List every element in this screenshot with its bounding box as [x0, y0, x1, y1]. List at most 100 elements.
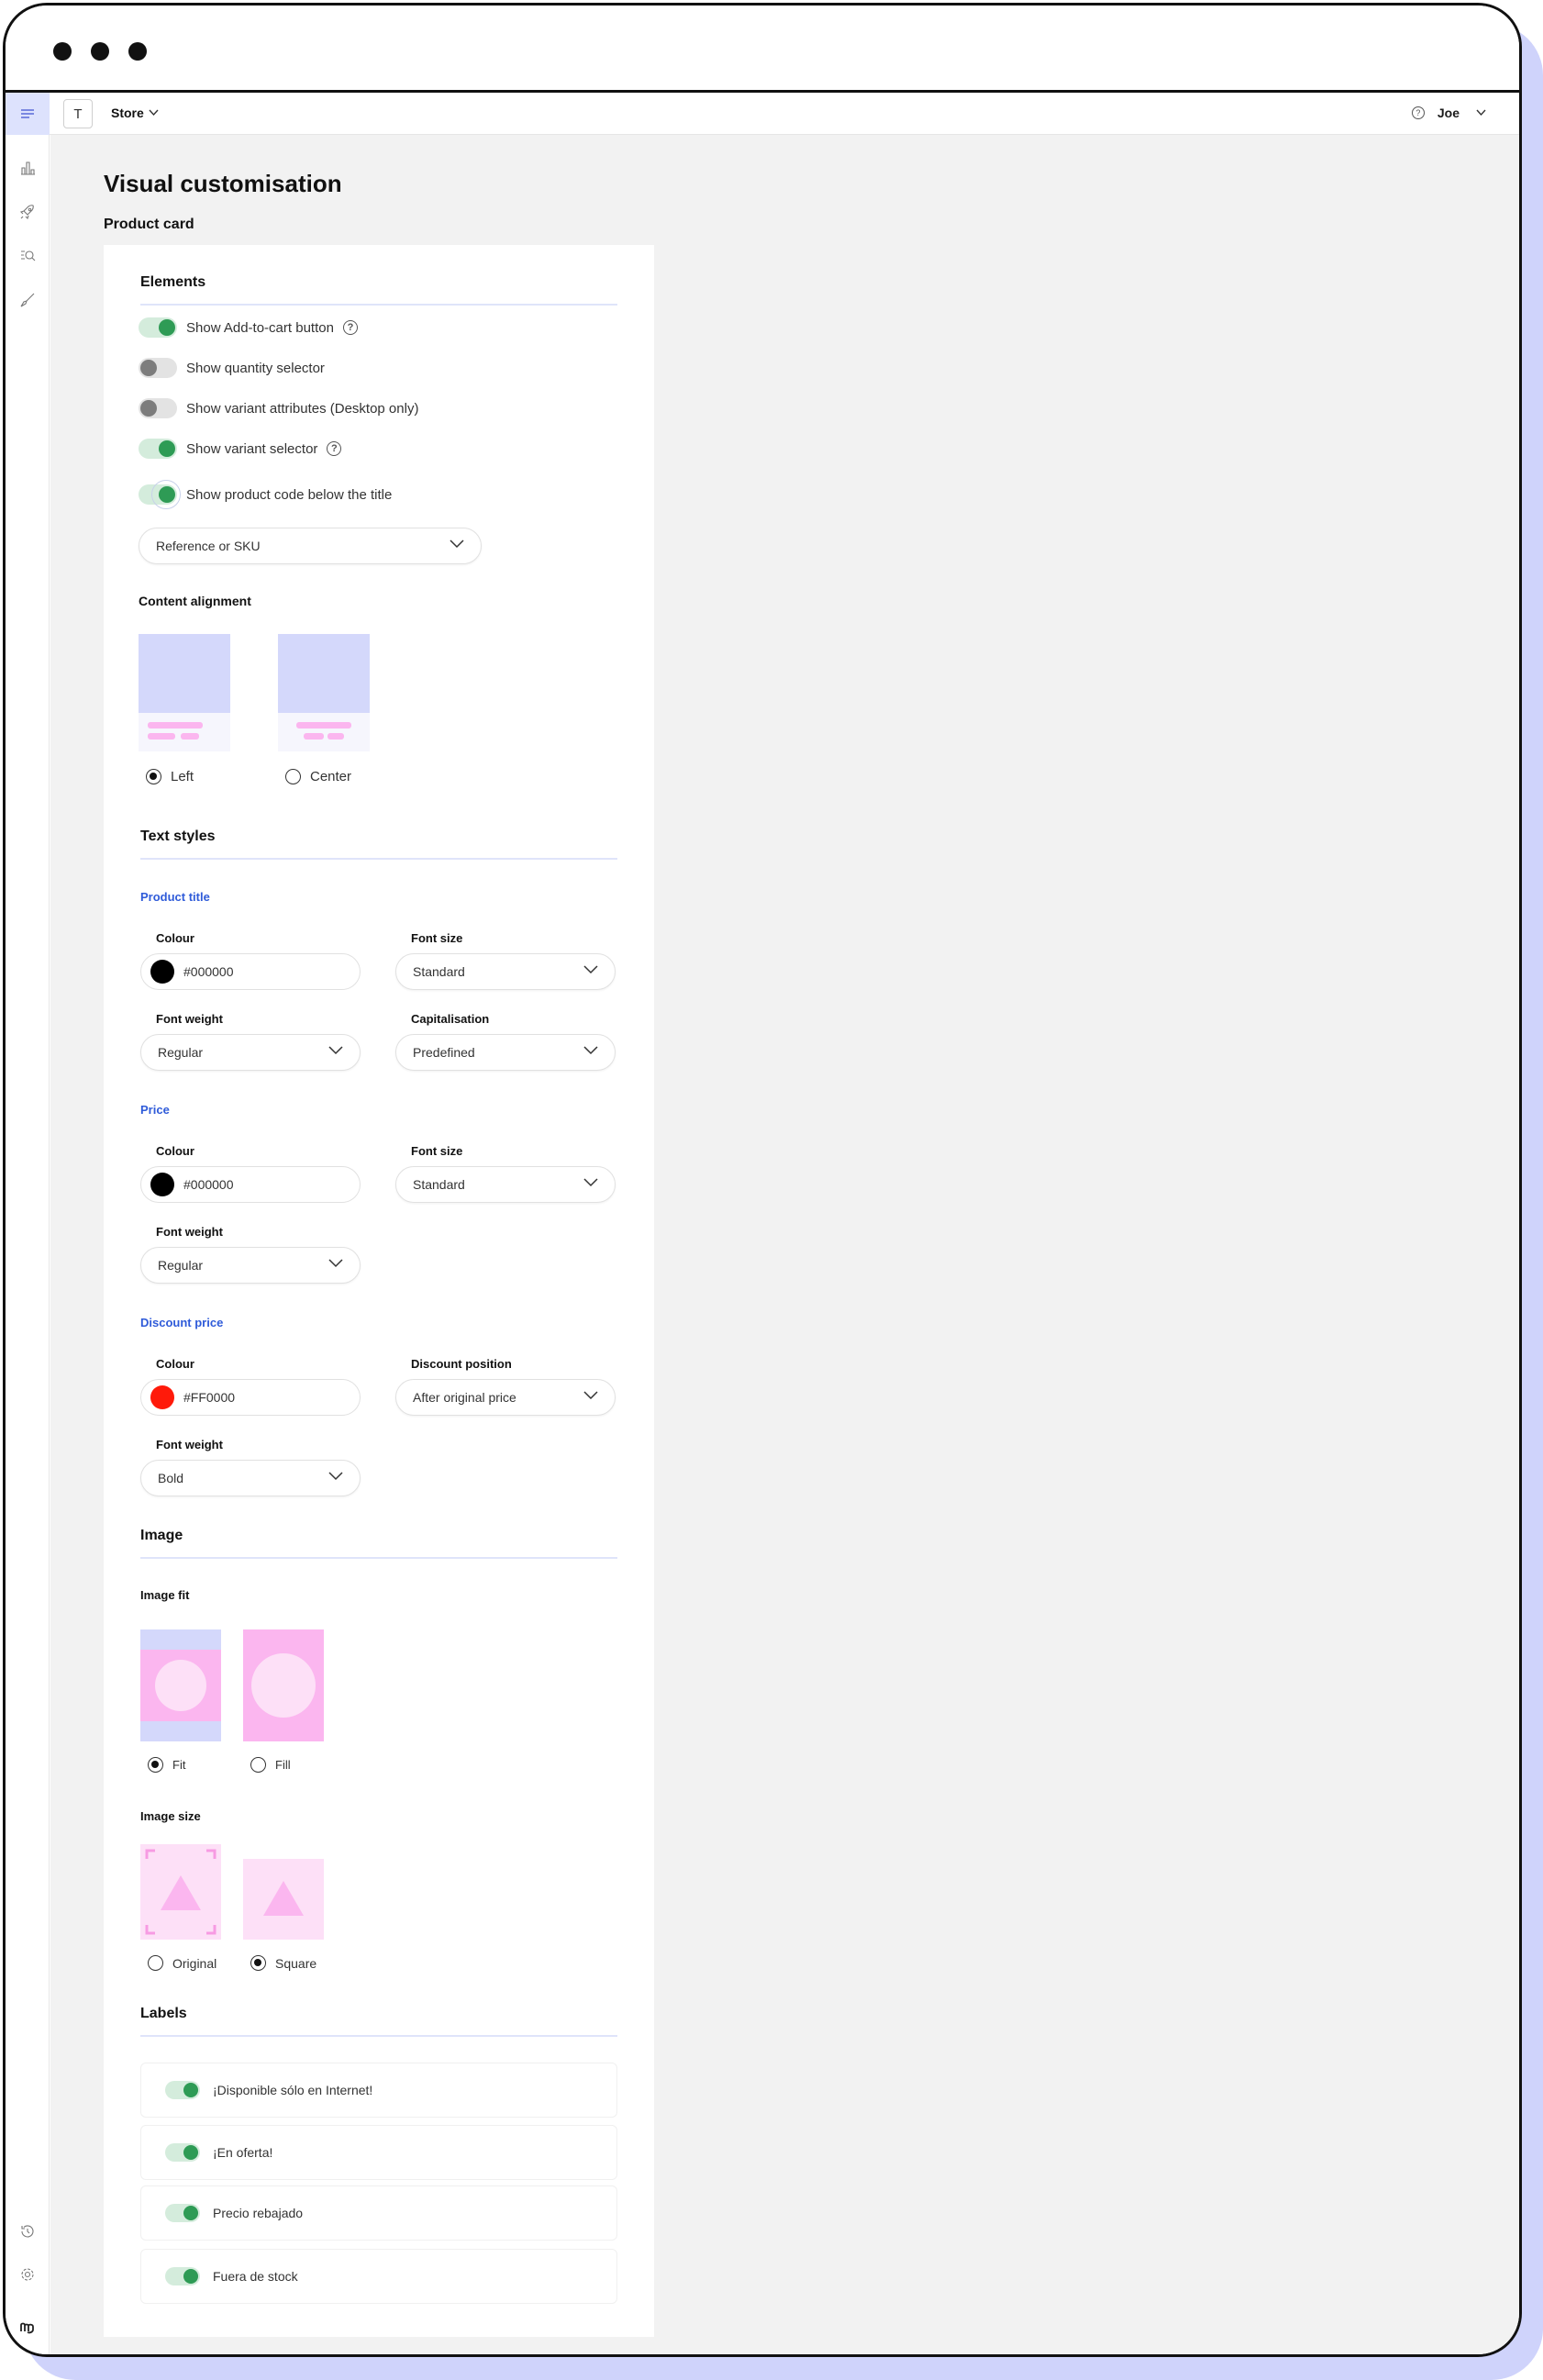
- store-switcher[interactable]: Store: [111, 106, 159, 120]
- image-original-preview[interactable]: [140, 1844, 221, 1940]
- product-title-capitalisation-select[interactable]: Predefined: [395, 1034, 616, 1071]
- image-fit-heading: Image fit: [140, 1588, 190, 1602]
- toggle-label: Show variant attributes (Desktop only): [186, 400, 419, 417]
- toggle-row-add-to-cart: Show Add-to-cart button ?: [139, 317, 358, 338]
- label-text: ¡Disponible sólo en Internet!: [213, 2083, 373, 2097]
- price-font-weight-select[interactable]: Regular: [140, 1247, 361, 1284]
- select-value: Reference or SKU: [156, 539, 261, 553]
- radio-left[interactable]: [146, 769, 161, 784]
- divider: [140, 304, 617, 306]
- label-text: ¡En oferta!: [213, 2145, 273, 2160]
- image-fit-option[interactable]: Fit: [148, 1757, 185, 1773]
- sidebar-item-analytics[interactable]: [18, 159, 37, 177]
- toggle-add-to-cart[interactable]: [139, 317, 177, 338]
- toggle-product-code[interactable]: [139, 480, 181, 509]
- window-titlebar: [6, 6, 1519, 93]
- toggle-label-out-of-stock[interactable]: [165, 2267, 200, 2285]
- font-weight-label: Font weight: [156, 1438, 223, 1451]
- product-title-colour-field[interactable]: #000000: [140, 953, 361, 990]
- chevron-down-icon: [450, 539, 464, 549]
- toggle-label: Show variant selector: [186, 440, 318, 457]
- discount-font-weight-select[interactable]: Bold: [140, 1460, 361, 1496]
- price-colour-field[interactable]: #000000: [140, 1166, 361, 1203]
- alignment-center-option[interactable]: Center: [285, 769, 351, 784]
- image-heading: Image: [140, 1528, 183, 1543]
- product-title-font-size-select[interactable]: Standard: [395, 953, 616, 990]
- divider: [140, 1557, 617, 1559]
- alignment-left-option[interactable]: Left: [146, 769, 194, 784]
- sidebar-item-launch[interactable]: [18, 203, 37, 221]
- toggle-variant-attributes[interactable]: [139, 398, 177, 418]
- sidebar-item-history[interactable]: [18, 2222, 37, 2241]
- radio-fill[interactable]: [250, 1757, 266, 1773]
- store-name-label: Store: [111, 106, 144, 120]
- radio-original[interactable]: [148, 1955, 163, 1971]
- toggle-variant-selector[interactable]: [139, 439, 177, 459]
- colour-value: #000000: [183, 1177, 234, 1192]
- discount-position-select[interactable]: After original price: [395, 1379, 616, 1416]
- product-card-settings: Elements Show Add-to-cart button ? Show …: [104, 245, 654, 2337]
- label-row: ¡Disponible sólo en Internet!: [140, 2063, 617, 2118]
- font-weight-label: Font weight: [156, 1225, 223, 1239]
- colour-swatch[interactable]: [150, 960, 174, 984]
- radio-square[interactable]: [250, 1955, 266, 1971]
- user-menu[interactable]: ? Joe: [1411, 106, 1486, 120]
- product-code-select[interactable]: Reference or SKU: [139, 528, 482, 564]
- price-font-size-select[interactable]: Standard: [395, 1166, 616, 1203]
- text-styles-heading: Text styles: [140, 829, 216, 844]
- label-row: Precio rebajado: [140, 2185, 617, 2241]
- image-square-preview[interactable]: [243, 1859, 324, 1940]
- rocket-icon: [19, 205, 34, 220]
- label-text: Fuera de stock: [213, 2269, 298, 2284]
- colour-label: Colour: [156, 1144, 194, 1158]
- image-original-option[interactable]: Original: [148, 1955, 216, 1971]
- select-value: After original price: [413, 1390, 516, 1405]
- product-title-font-weight-select[interactable]: Regular: [140, 1034, 361, 1071]
- toggle-label: Show Add-to-cart button: [186, 319, 334, 336]
- label-row: Fuera de stock: [140, 2249, 617, 2304]
- toggle-label-sale[interactable]: [165, 2143, 200, 2162]
- font-weight-label: Font weight: [156, 1012, 223, 1026]
- sidebar-item-customisation[interactable]: [18, 291, 37, 309]
- alignment-center-preview[interactable]: [278, 634, 370, 751]
- help-icon[interactable]: ?: [327, 441, 342, 456]
- store-avatar[interactable]: T: [63, 99, 93, 128]
- image-fit-preview[interactable]: [140, 1629, 221, 1741]
- toggle-label: Show quantity selector: [186, 360, 325, 376]
- alignment-left-preview[interactable]: [139, 634, 230, 751]
- chevron-down-icon: [328, 1046, 343, 1055]
- menu-button[interactable]: [6, 93, 50, 135]
- chevron-down-icon: [328, 1472, 343, 1481]
- colour-swatch[interactable]: [150, 1173, 174, 1196]
- discount-colour-field[interactable]: #FF0000: [140, 1379, 361, 1416]
- toggle-label-reduced[interactable]: [165, 2204, 200, 2222]
- radio-label: Fill: [275, 1758, 291, 1772]
- help-icon[interactable]: ?: [342, 320, 358, 335]
- product-title-heading: Product title: [140, 890, 210, 904]
- sidebar-item-settings[interactable]: [18, 2265, 37, 2284]
- image-square-option[interactable]: Square: [250, 1955, 316, 1971]
- toggle-row-quantity: Show quantity selector: [139, 358, 325, 378]
- select-value: Regular: [158, 1045, 204, 1060]
- colour-swatch[interactable]: [150, 1385, 174, 1409]
- history-icon: [21, 2225, 34, 2238]
- window-dot-minimize[interactable]: [91, 42, 109, 61]
- window-dot-maximize[interactable]: [128, 42, 147, 61]
- image-fill-option[interactable]: Fill: [250, 1757, 291, 1773]
- colour-value: #000000: [183, 964, 234, 979]
- image-fill-preview[interactable]: [243, 1629, 324, 1741]
- main-content: Visual customisation Product card Elemen…: [50, 135, 1519, 2354]
- radio-fit[interactable]: [148, 1757, 163, 1773]
- page-title: Visual customisation: [104, 170, 342, 197]
- help-icon[interactable]: ?: [1411, 106, 1425, 119]
- label-text: Precio rebajado: [213, 2206, 304, 2220]
- window-dot-close[interactable]: [53, 42, 72, 61]
- toggle-quantity-selector[interactable]: [139, 358, 177, 378]
- price-heading: Price: [140, 1103, 170, 1117]
- colour-value: #FF0000: [183, 1390, 236, 1405]
- toggle-label-online[interactable]: [165, 2081, 200, 2099]
- radio-center[interactable]: [285, 769, 301, 784]
- radio-label: Square: [275, 1955, 317, 1971]
- user-name: Joe: [1437, 106, 1460, 120]
- sidebar-item-search[interactable]: [18, 247, 37, 265]
